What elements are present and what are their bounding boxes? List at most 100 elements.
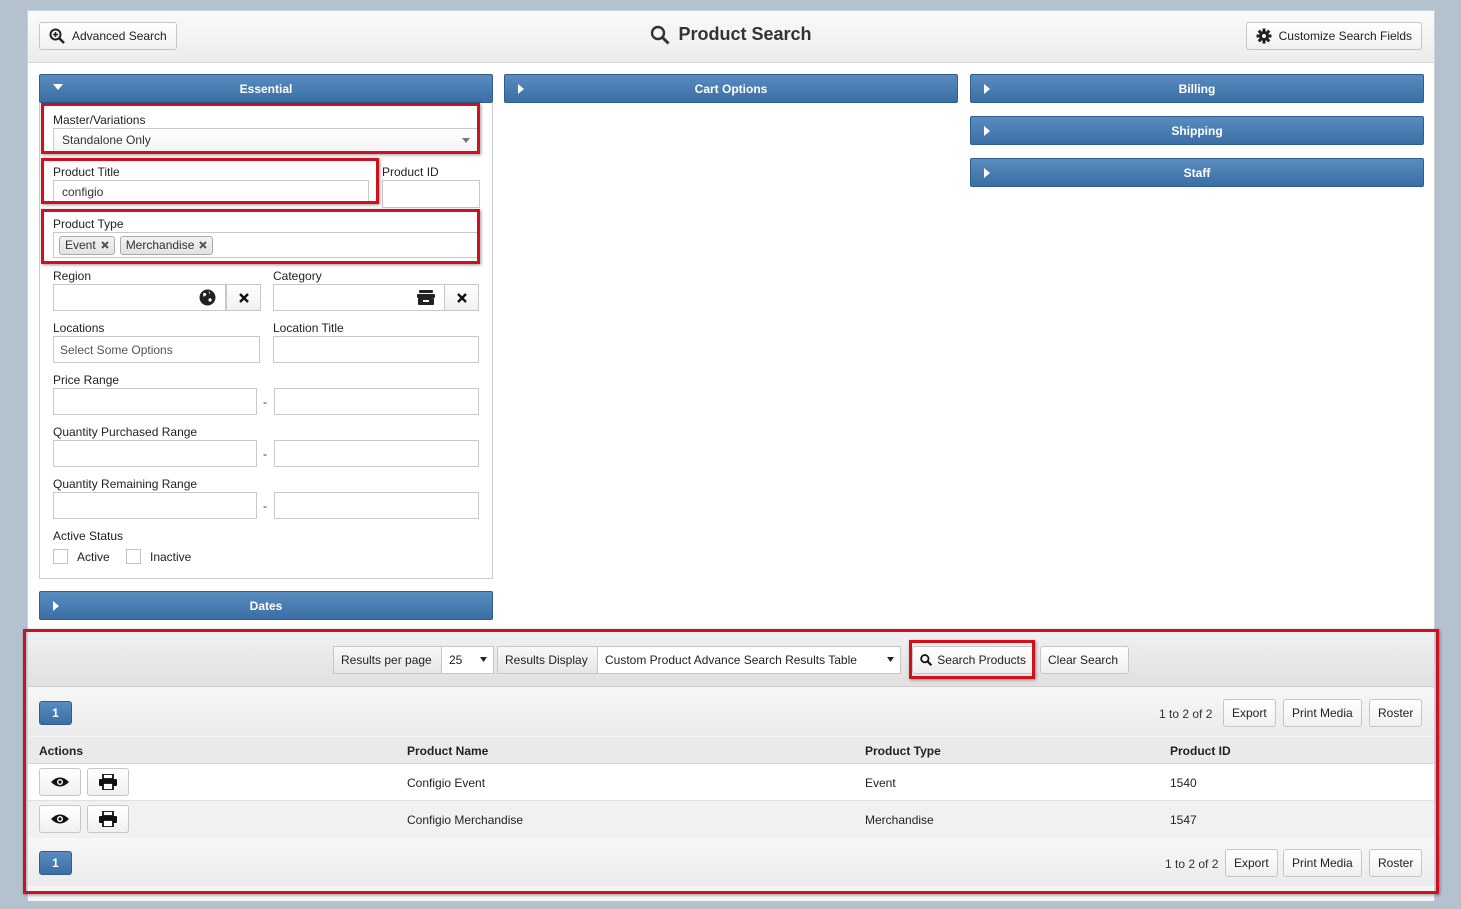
view-button[interactable] [39, 768, 81, 796]
search-products-button[interactable]: Search Products [912, 646, 1034, 674]
qty-remaining-min-input[interactable] [53, 492, 257, 519]
col-product-name: Product Name [407, 744, 489, 758]
section-essential[interactable]: Essential [39, 74, 493, 103]
range-separator: - [263, 395, 267, 409]
page-button[interactable]: 1 [39, 701, 72, 725]
active-label: Active [77, 550, 110, 564]
roster-button[interactable]: Roster [1369, 849, 1423, 877]
print-media-button[interactable]: Print Media [1283, 849, 1362, 877]
price-max-input[interactable] [274, 388, 479, 415]
pager-top: 1 1 to 2 of 2 Export Print Media Roster [28, 688, 1434, 736]
print-button[interactable] [87, 805, 129, 833]
results-per-page-select[interactable]: 25 [441, 646, 494, 674]
results-display-text: Results Display [505, 653, 588, 667]
results-per-page-value: 25 [449, 653, 463, 667]
cell-product-type: Merchandise [865, 813, 934, 827]
table-row: Configio Event Event 1540 [28, 764, 1434, 801]
customize-label: Customize Search Fields [1278, 29, 1412, 43]
results-per-page-text: Results per page [341, 653, 432, 667]
master-variations-select[interactable]: Standalone Only [53, 128, 478, 152]
page-button[interactable]: 1 [39, 851, 72, 875]
chevron-right-icon [984, 168, 990, 178]
result-count: 1 to 2 of 2 [1165, 857, 1219, 871]
inactive-label: Inactive [150, 550, 192, 564]
view-button[interactable] [39, 805, 81, 833]
locations-label: Locations [53, 321, 105, 335]
clear-search-button[interactable]: Clear Search [1040, 646, 1129, 674]
clear-search-label: Clear Search [1048, 653, 1119, 667]
chevron-right-icon [984, 126, 990, 136]
print-media-button[interactable]: Print Media [1283, 699, 1362, 727]
product-type-label: Product Type [53, 217, 124, 231]
range-separator: - [263, 447, 267, 461]
page-title-text: Product Search [678, 24, 812, 44]
remove-icon[interactable] [100, 241, 109, 249]
qty-remaining-max-input[interactable] [274, 492, 479, 519]
section-dates[interactable]: Dates [39, 591, 493, 620]
results-display-label: Results Display [497, 646, 598, 674]
export-button[interactable]: Export [1225, 849, 1278, 877]
qty-purchased-min-input[interactable] [53, 440, 257, 467]
price-range-label: Price Range [53, 373, 120, 387]
chevron-down-icon [53, 84, 63, 90]
export-button[interactable]: Export [1223, 699, 1276, 727]
location-title-label: Location Title [273, 321, 344, 335]
qty-purchased-max-input[interactable] [274, 440, 479, 467]
customize-search-fields-button[interactable]: Customize Search Fields [1245, 22, 1422, 50]
col-product-type: Product Type [865, 744, 941, 758]
master-variations-label: Master/Variations [53, 113, 146, 127]
search-icon [651, 25, 671, 45]
product-type-tag-merchandise[interactable]: Merchandise [119, 235, 214, 255]
tag-label: Merchandise [125, 238, 195, 252]
page-title: Product Search [28, 24, 1434, 45]
inactive-checkbox[interactable] [126, 549, 141, 564]
master-variations-value: Standalone Only [62, 133, 151, 147]
archive-icon [416, 290, 435, 305]
section-shipping[interactable]: Shipping [970, 116, 1424, 145]
section-dates-label: Dates [249, 598, 283, 613]
top-bar: Advanced Search Product Search Customize… [28, 11, 1434, 63]
region-label: Region [53, 269, 92, 283]
archive-button[interactable] [408, 284, 443, 311]
search-icon [920, 654, 933, 667]
section-staff[interactable]: Staff [970, 158, 1424, 187]
section-billing[interactable]: Billing [970, 74, 1424, 103]
section-shipping-label: Shipping [1171, 123, 1223, 138]
printer-icon [99, 811, 117, 827]
remove-icon[interactable] [199, 241, 208, 249]
product-type-tag-event[interactable]: Event [59, 235, 115, 255]
result-count: 1 to 2 of 2 [1159, 707, 1213, 721]
active-checkbox[interactable] [53, 549, 68, 564]
section-cart-options-label: Cart Options [694, 81, 768, 96]
results-per-page-label: Results per page [333, 646, 442, 674]
product-id-label: Product ID [382, 165, 439, 179]
tag-label: Event [65, 238, 96, 252]
print-button[interactable] [87, 768, 129, 796]
price-min-input[interactable] [53, 388, 257, 415]
chevron-right-icon [518, 84, 524, 94]
location-title-input[interactable] [273, 336, 479, 363]
col-actions: Actions [39, 744, 84, 758]
printer-icon [99, 774, 117, 790]
roster-button[interactable]: Roster [1369, 699, 1423, 727]
locations-select[interactable]: Select Some Options [53, 336, 260, 363]
section-staff-label: Staff [1183, 165, 1211, 180]
section-cart-options[interactable]: Cart Options [504, 74, 958, 103]
results-display-select[interactable]: Custom Product Advance Search Results Ta… [597, 646, 901, 674]
product-id-input[interactable] [382, 180, 480, 208]
eye-icon [51, 814, 69, 824]
product-type-multiselect[interactable]: Event Merchandise [53, 232, 478, 258]
search-products-label: Search Products [937, 653, 1026, 667]
close-icon [456, 292, 467, 303]
region-clear-button[interactable] [226, 284, 261, 311]
category-clear-button[interactable] [444, 284, 479, 311]
qty-remaining-label: Quantity Remaining Range [53, 477, 198, 491]
globe-button[interactable] [190, 284, 225, 311]
essential-body: Master/Variations Standalone Only Produc… [39, 103, 493, 579]
product-title-label: Product Title [53, 165, 120, 179]
product-title-input[interactable]: configio [53, 180, 369, 204]
chevron-right-icon [53, 601, 59, 611]
results-toolbar: Results per page 25 Results Display Cust… [28, 631, 1434, 687]
cell-product-name: Configio Event [407, 776, 486, 790]
cell-product-type: Event [865, 776, 896, 790]
